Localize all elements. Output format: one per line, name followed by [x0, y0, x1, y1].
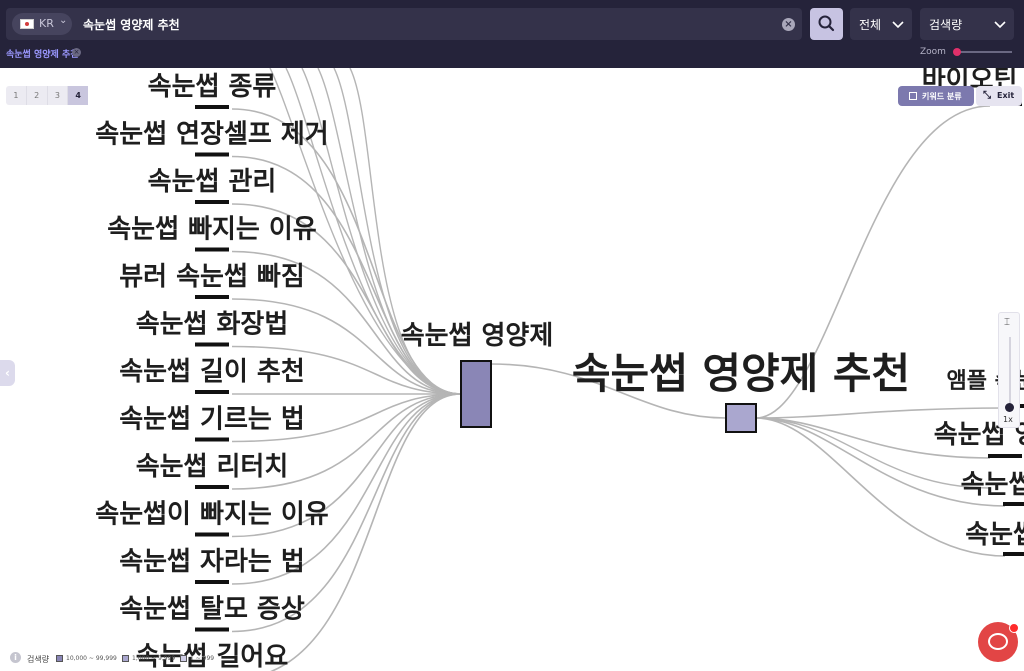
leaf-node-right-2 — [988, 454, 1022, 458]
notification-dot — [1009, 623, 1019, 633]
leaf-node-left-7 — [195, 437, 229, 442]
leaf-label-left-10[interactable]: 속눈썹 자라는 법 — [119, 547, 305, 577]
edge-left-12 — [269, 393, 462, 671]
leaf-label-left-8[interactable]: 속눈썹 리터치 — [136, 452, 289, 482]
exit-button[interactable]: ⤡ Exit — [976, 86, 1022, 106]
graph-labels: 속눈썹 종류속눈썹 연장셀프 제거속눈썹 관리속눈썹 빠지는 이유뷰러 속눈썹 … — [95, 68, 1024, 671]
level-button-1[interactable]: 1 — [6, 86, 27, 105]
edge-right-1 — [755, 407, 1006, 419]
leaf-label-left-1[interactable]: 속눈썹 연장셀프 제거 — [95, 120, 328, 150]
leaf-label-left-6[interactable]: 속눈썹 길이 추천 — [119, 357, 305, 387]
legend-label-high: 10,000 ~ 99,999 — [66, 655, 117, 662]
leaf-node-left-2 — [195, 200, 229, 204]
vertical-zoom-track[interactable] — [1009, 337, 1011, 411]
level-button-2[interactable]: 2 — [27, 86, 48, 105]
leaf-node-left-9 — [195, 532, 229, 537]
sidebar-toggle-button[interactable]: ‹ — [0, 360, 15, 386]
keyword-graph: 속눈썹 종류속눈썹 연장셀프 제거속눈썹 관리속눈썹 빠지는 이유뷰러 속눈썹 … — [95, 68, 1024, 671]
chat-button[interactable] — [978, 622, 1019, 662]
leaf-label-left-0[interactable]: 속눈썹 종류 — [148, 72, 277, 102]
flag-icon — [20, 19, 34, 29]
leaf-node-left-10 — [195, 580, 229, 584]
level-button-4[interactable]: 4 — [68, 86, 88, 105]
keyword-classify-button[interactable]: 키워드 분류 — [898, 86, 974, 106]
search-input[interactable]: 속눈썹 영양제 추천 — [83, 16, 180, 33]
edge-left-0 — [231, 108, 462, 395]
leaf-label-left-7[interactable]: 속눈썹 기르는 법 — [119, 405, 305, 435]
root-node — [725, 403, 757, 433]
depth-level-selector: 1 2 3 4 — [6, 86, 88, 105]
breadcrumb[interactable]: 속눈썹 영양제 추천 — [6, 47, 79, 60]
top-bar: KR ⌄ 속눈썹 영양제 추천 × 전체 검색량 속눈썹 영양제 추천 × Zo… — [0, 0, 1024, 68]
country-code: KR — [39, 17, 54, 30]
zoom-slider-track[interactable] — [957, 51, 1012, 53]
fit-icon[interactable]: ⌶ — [1004, 317, 1010, 328]
chevron-down-icon — [994, 21, 1006, 29]
search-button[interactable] — [810, 8, 843, 40]
collapse-icon: ⤡ — [983, 90, 991, 101]
leaf-label-left-11[interactable]: 속눈썹 탈모 증상 — [119, 595, 305, 625]
leaf-node-left-1 — [195, 152, 229, 157]
info-icon[interactable]: i — [10, 652, 21, 663]
leaf-label-left-5[interactable]: 속눈썹 화장법 — [136, 310, 289, 340]
scope-value: 전체 — [859, 18, 882, 32]
leaf-node-left-4 — [195, 295, 229, 299]
leaf-node-left-6 — [195, 390, 229, 394]
root-label[interactable]: 속눈썹 영양제 추천 — [572, 349, 910, 398]
leaf-node-right-4 — [1003, 552, 1024, 556]
leaf-node-left-0 — [195, 105, 229, 109]
chevron-down-icon: ⌄ — [59, 15, 68, 26]
leaf-label-left-9[interactable]: 속눈썹이 빠지는 이유 — [95, 500, 328, 530]
legend-swatch-high — [56, 655, 63, 662]
hub-label[interactable]: 속눈썹 영양제 — [401, 321, 554, 351]
legend-label-low: 1 ~ 999 — [190, 655, 215, 662]
exit-label: Exit — [997, 91, 1015, 100]
zoom-slider-thumb[interactable] — [953, 48, 961, 56]
leaf-label-right-4[interactable]: 속눈썹영양 — [965, 520, 1024, 550]
legend-label-mid: 1,000 ~ 9,999 — [132, 655, 176, 662]
leaf-label-left-2[interactable]: 속눈썹 관리 — [148, 167, 277, 197]
clear-icon[interactable]: × — [782, 18, 795, 31]
keyword-classify-label: 키워드 분류 — [922, 92, 962, 101]
search-box: KR ⌄ 속눈썹 영양제 추천 × — [6, 8, 802, 40]
leaf-node-left-8 — [195, 485, 229, 489]
leaf-node-right-3 — [1003, 502, 1024, 506]
zoom-level: 1x — [1003, 415, 1013, 424]
leaf-node-left-11 — [195, 627, 229, 632]
leaf-node-left-3 — [195, 247, 229, 252]
metric-dropdown[interactable]: 검색량 — [920, 8, 1014, 40]
classify-icon — [909, 92, 917, 100]
country-selector[interactable]: KR ⌄ — [12, 13, 72, 35]
legend-title: 검색량 — [27, 655, 50, 664]
chevron-down-icon — [892, 21, 904, 29]
metric-value: 검색량 — [929, 18, 963, 32]
leaf-label-left-3[interactable]: 속눈썹 빠지는 이유 — [107, 215, 317, 245]
chevron-left-icon: ‹ — [5, 366, 10, 380]
scope-dropdown[interactable]: 전체 — [850, 8, 912, 40]
legend-swatch-mid — [122, 655, 129, 662]
leaf-node-left-5 — [195, 342, 229, 347]
leaf-label-right-3[interactable]: 속눈썹 영양 — [961, 470, 1024, 500]
legend-swatch-low — [180, 655, 187, 662]
vertical-zoom-control: ⌶ 1x — [998, 312, 1020, 428]
chat-icon — [988, 633, 1008, 650]
search-icon — [818, 15, 835, 32]
level-button-3[interactable]: 3 — [48, 86, 69, 105]
leaf-label-left-4[interactable]: 뷰러 속눈썹 빠짐 — [119, 262, 305, 292]
breadcrumb-close-icon[interactable]: × — [72, 48, 81, 57]
hub-node — [460, 360, 492, 428]
vertical-zoom-thumb[interactable] — [1005, 403, 1014, 412]
zoom-label: Zoom — [920, 47, 946, 57]
